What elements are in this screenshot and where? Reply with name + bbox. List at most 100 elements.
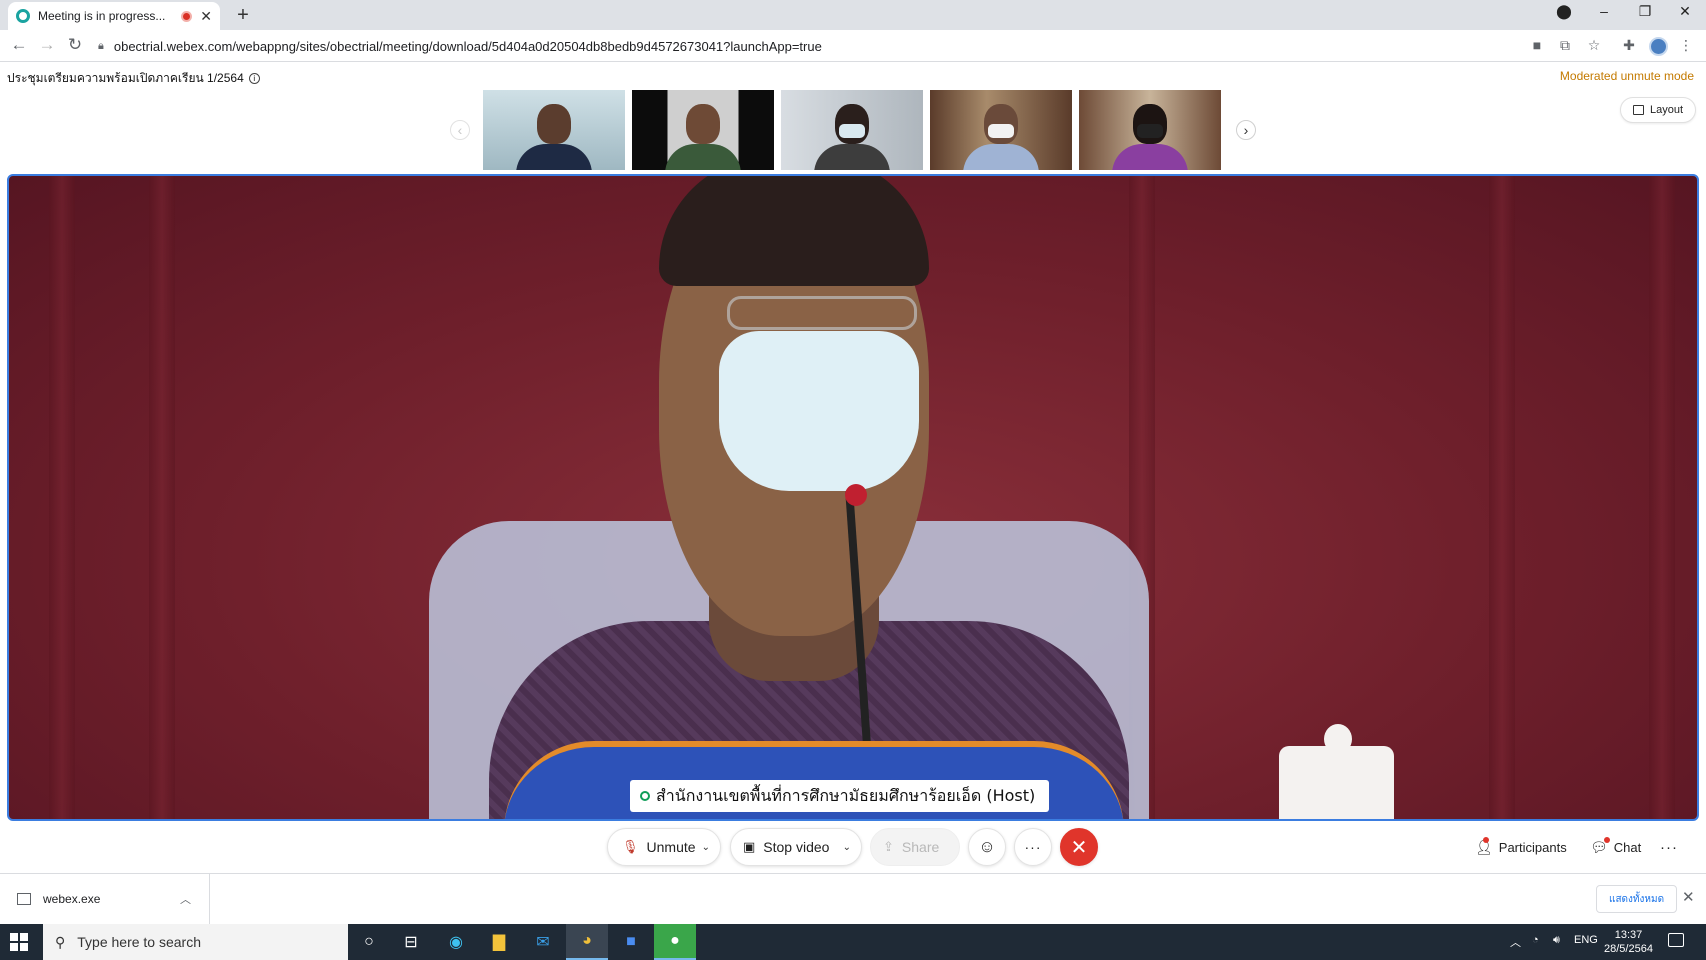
layout-button[interactable]: Layout	[1620, 97, 1697, 123]
muted-mic-icon: 🎙︎	[622, 839, 639, 854]
chevron-down-icon[interactable]: ⌄	[843, 842, 851, 853]
participant-body	[963, 144, 1039, 170]
participant-body	[665, 144, 741, 170]
close-download-shelf-icon[interactable]: ✕	[1682, 888, 1695, 906]
file-explorer-icon[interactable]: ▇	[478, 924, 520, 960]
share-button[interactable]: ⇪ Share	[870, 828, 960, 866]
download-item[interactable]: webex.exe ︿	[0, 874, 210, 924]
clock-date: 28/5/2564	[1604, 943, 1653, 955]
file-icon	[17, 893, 31, 905]
volume-icon[interactable]: 🔊︎	[1553, 934, 1560, 947]
person-icon: 👤︎	[1475, 836, 1493, 855]
browser-menu-icon[interactable]: ⋮	[1676, 37, 1696, 54]
participant-body	[1112, 144, 1188, 170]
cortana-icon[interactable]: ○	[348, 924, 390, 960]
participant-thumbnail[interactable]	[632, 90, 774, 170]
clock-time: 13:37	[1614, 929, 1643, 941]
more-panels-button[interactable]: ···	[1660, 830, 1678, 864]
thumbnail-prev-arrow-icon[interactable]: ‹	[450, 120, 470, 140]
new-tab-button[interactable]: +	[232, 4, 254, 27]
share-label: Share	[901, 839, 940, 855]
lock-icon: 🔒︎	[98, 39, 104, 52]
active-speaker-video[interactable]	[7, 174, 1699, 821]
profile-avatar[interactable]	[1649, 37, 1668, 56]
chat-button[interactable]: 💬︎ Chat	[1590, 830, 1641, 864]
leave-meeting-button[interactable]: ✕	[1060, 828, 1098, 866]
notification-dot-icon	[1604, 836, 1610, 843]
close-window-button[interactable]: ✕	[1670, 3, 1700, 20]
layout-icon	[1633, 105, 1644, 115]
participants-label: Participants	[1498, 839, 1567, 855]
participant-thumbnail[interactable]	[1079, 90, 1221, 170]
ellipsis-icon: ···	[1024, 839, 1042, 855]
taskbar-search-placeholder: Type here to search	[77, 934, 202, 950]
task-view-icon[interactable]: ⊟	[390, 924, 432, 960]
chrome-browser-icon[interactable]: ◕	[566, 924, 608, 960]
restore-button[interactable]: ❐	[1630, 3, 1660, 20]
participant-thumbnail[interactable]	[483, 90, 625, 170]
minimize-button[interactable]: –	[1589, 3, 1619, 19]
smiley-icon: ☺	[978, 837, 996, 856]
curtain-fold	[49, 176, 75, 819]
close-tab-icon[interactable]: ✕	[200, 8, 212, 25]
chat-bubble-icon: 💬︎	[1590, 836, 1610, 856]
mail-icon[interactable]: ✉	[522, 924, 564, 960]
windows-start-icon[interactable]	[10, 933, 28, 951]
windows-taskbar: ⚲ Type here to search ○ ⊟ ◉ ▇ ✉ ◕ ■ ● ︿ …	[0, 924, 1706, 960]
speaker-hair	[659, 176, 929, 286]
tab-search-icon[interactable]: ⬤	[1549, 3, 1579, 20]
close-icon: ✕	[1070, 836, 1088, 859]
reload-icon[interactable]: ↻	[64, 35, 86, 55]
zoom-app-icon[interactable]: ■	[610, 924, 652, 960]
edge-browser-icon[interactable]: ◉	[435, 924, 477, 960]
system-clock[interactable]: 13:37 28/5/2564	[1604, 928, 1653, 956]
unmute-button[interactable]: 🎙︎ Unmute ⌄	[607, 828, 721, 866]
meeting-title: ประชุมเตรียมความพร้อมเปิดภาคเรียน 1/2564…	[7, 69, 260, 88]
participant-thumbnail[interactable]	[781, 90, 923, 170]
participant-head	[686, 104, 720, 144]
address-toolbar: ← → ↻ 🔒︎ obectrial.webex.com/webappng/si…	[0, 30, 1706, 62]
teacup-lid	[1324, 724, 1352, 754]
notification-dot-icon	[1483, 836, 1489, 843]
layout-label: Layout	[1650, 104, 1684, 116]
line-app-icon[interactable]: ●	[654, 924, 696, 960]
translate-icon[interactable]: ⧉	[1555, 37, 1575, 54]
show-hidden-icons-icon[interactable]: ︿	[1510, 934, 1521, 950]
teacup	[1279, 746, 1394, 819]
thumbnail-next-arrow-icon[interactable]: ›	[1236, 120, 1256, 140]
info-icon[interactable]: i	[248, 73, 260, 84]
input-language[interactable]: ENG	[1574, 934, 1598, 946]
participants-button[interactable]: 👤︎ Participants	[1475, 830, 1567, 864]
taskbar-search-box[interactable]: ⚲ Type here to search	[43, 924, 348, 960]
participant-thumbnail[interactable]	[930, 90, 1072, 170]
browser-tab-bar: Meeting is in progress... ✕ + ⬤ – ❐ ✕	[0, 0, 1706, 30]
url-bar[interactable]: 🔒︎ obectrial.webex.com/webappng/sites/ob…	[98, 33, 1498, 59]
unmute-label: Unmute	[646, 839, 696, 855]
download-file-name: webex.exe	[43, 892, 101, 906]
video-camera-icon: ▣	[743, 839, 756, 854]
meeting-title-text: ประชุมเตรียมความพร้อมเปิดภาคเรียน 1/2564	[7, 71, 244, 85]
participant-body	[814, 144, 890, 170]
moderated-unmute-mode-label: Moderated unmute mode	[1559, 69, 1694, 83]
show-all-downloads-button[interactable]: แสดงทั้งหมด	[1596, 885, 1678, 913]
download-shelf: webex.exe ︿ แสดงทั้งหมด ✕	[0, 873, 1706, 924]
participant-mask	[988, 124, 1014, 138]
bookmark-star-icon[interactable]: ☆	[1584, 37, 1604, 54]
speaker-face-mask	[719, 331, 919, 491]
chevron-up-icon[interactable]: ︿	[180, 891, 191, 907]
notification-center-icon[interactable]	[1668, 933, 1684, 947]
chevron-down-icon[interactable]: ⌄	[702, 842, 710, 853]
participant-body	[516, 144, 592, 170]
stop-video-button[interactable]: ▣ Stop video ⌄	[730, 828, 862, 866]
network-icon[interactable]: ◔	[1532, 934, 1539, 946]
back-arrow-icon[interactable]: ←	[8, 35, 30, 55]
reactions-button[interactable]: ☺	[968, 828, 1006, 866]
camera-icon[interactable]: ■	[1527, 37, 1547, 53]
extensions-icon[interactable]: ✚	[1619, 37, 1639, 54]
more-options-button[interactable]: ···	[1014, 828, 1052, 866]
speaker-glasses	[727, 296, 917, 330]
microphone-icon	[845, 484, 867, 506]
active-speaker-name-label: สำนักงานเขตพื้นที่การศึกษามัธยมศึกษาร้อย…	[630, 780, 1050, 812]
browser-tab[interactable]: Meeting is in progress... ✕	[8, 2, 220, 30]
forward-arrow-icon[interactable]: →	[36, 35, 58, 55]
